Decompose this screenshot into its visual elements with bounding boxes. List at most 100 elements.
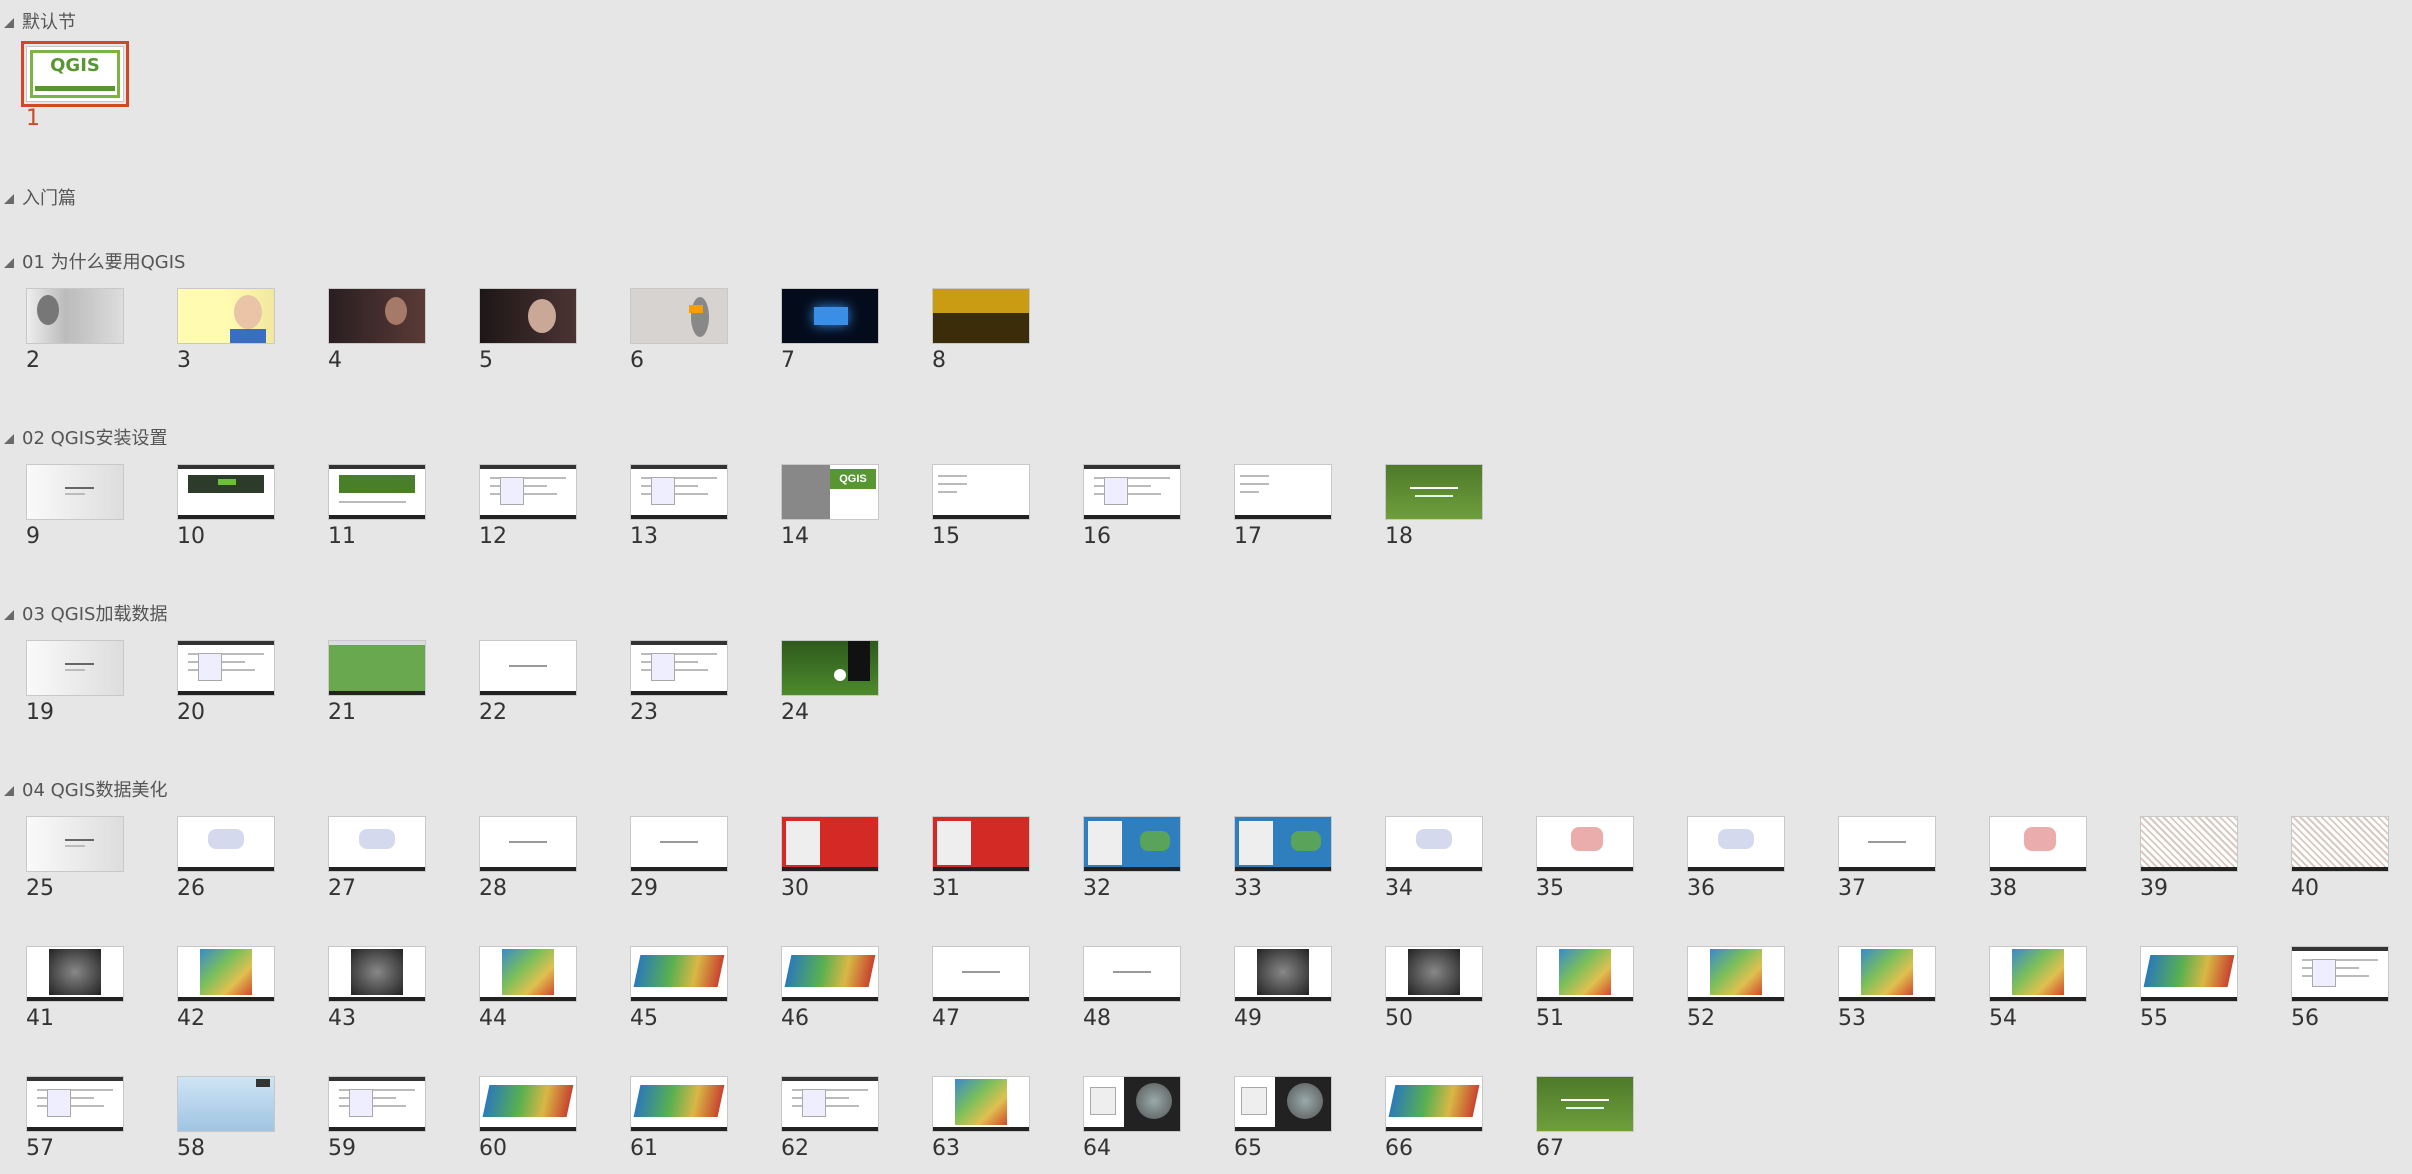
- slide-preview-image[interactable]: [630, 640, 728, 696]
- slide-preview-image[interactable]: [1234, 816, 1332, 872]
- slide-preview-image[interactable]: [479, 1076, 577, 1132]
- slide-preview-image[interactable]: [26, 946, 124, 1002]
- slide-thumbnail[interactable]: 12: [479, 464, 579, 549]
- slide-preview-image[interactable]: [177, 1076, 275, 1132]
- slide-preview-image[interactable]: [1234, 1076, 1332, 1132]
- slide-preview-image[interactable]: [630, 464, 728, 520]
- slide-preview-image[interactable]: [781, 1076, 879, 1132]
- slide-preview-image[interactable]: [932, 288, 1030, 344]
- slide-preview-image[interactable]: [781, 640, 879, 696]
- slide-preview-image[interactable]: [479, 816, 577, 872]
- slide-thumbnail[interactable]: 21: [328, 640, 428, 725]
- slide-thumbnail[interactable]: 13: [630, 464, 730, 549]
- slide-thumbnail[interactable]: 60: [479, 1076, 579, 1161]
- slide-preview-image[interactable]: [1687, 816, 1785, 872]
- slide-preview-image[interactable]: [1385, 1076, 1483, 1132]
- slide-thumbnail[interactable]: 17: [1234, 464, 1334, 549]
- slide-preview-image[interactable]: [328, 946, 426, 1002]
- slide-preview-image[interactable]: [479, 288, 577, 344]
- slide-preview-image[interactable]: [177, 464, 275, 520]
- slide-thumbnail[interactable]: 27: [328, 816, 428, 901]
- slide-thumbnail[interactable]: QGIS 1: [21, 41, 129, 131]
- slide-preview-image[interactable]: [177, 816, 275, 872]
- collapse-arrow-icon[interactable]: [4, 610, 14, 620]
- slide-preview-image[interactable]: [328, 1076, 426, 1132]
- slide-thumbnail[interactable]: 40: [2291, 816, 2391, 901]
- slide-preview-image[interactable]: [1083, 816, 1181, 872]
- slide-preview-image[interactable]: [26, 288, 124, 344]
- slide-preview-image[interactable]: [479, 640, 577, 696]
- slide-preview-image[interactable]: QGIS: [21, 41, 129, 107]
- slide-thumbnail[interactable]: QGIS 14: [781, 464, 881, 549]
- slide-preview-image[interactable]: [932, 946, 1030, 1002]
- slide-thumbnail[interactable]: 6: [630, 288, 730, 373]
- slide-thumbnail[interactable]: 25: [26, 816, 126, 901]
- slide-preview-image[interactable]: [781, 946, 879, 1002]
- slide-thumbnail[interactable]: 51: [1536, 946, 1636, 1031]
- slide-thumbnail[interactable]: 53: [1838, 946, 1938, 1031]
- slide-thumbnail[interactable]: 3: [177, 288, 277, 373]
- slide-thumbnail[interactable]: 22: [479, 640, 579, 725]
- slide-thumbnail[interactable]: 18: [1385, 464, 1485, 549]
- slide-thumbnail[interactable]: 56: [2291, 946, 2391, 1031]
- slide-thumbnail[interactable]: 54: [1989, 946, 2089, 1031]
- slide-preview-image[interactable]: [1838, 816, 1936, 872]
- slide-preview-image[interactable]: [328, 816, 426, 872]
- slide-thumbnail[interactable]: 46: [781, 946, 881, 1031]
- collapse-arrow-icon[interactable]: [4, 194, 14, 204]
- slide-thumbnail[interactable]: 24: [781, 640, 881, 725]
- section-header[interactable]: 默认节: [4, 6, 76, 36]
- slide-preview-image[interactable]: [630, 946, 728, 1002]
- slide-thumbnail[interactable]: 41: [26, 946, 126, 1031]
- collapse-arrow-icon[interactable]: [4, 18, 14, 28]
- slide-preview-image[interactable]: [2140, 946, 2238, 1002]
- slide-preview-image[interactable]: [1234, 946, 1332, 1002]
- slide-thumbnail[interactable]: 64: [1083, 1076, 1183, 1161]
- slide-preview-image[interactable]: [1083, 1076, 1181, 1132]
- slide-preview-image[interactable]: [1385, 946, 1483, 1002]
- slide-thumbnail[interactable]: 31: [932, 816, 1032, 901]
- slide-thumbnail[interactable]: 30: [781, 816, 881, 901]
- collapse-arrow-icon[interactable]: [4, 434, 14, 444]
- slide-thumbnail[interactable]: 32: [1083, 816, 1183, 901]
- slide-thumbnail[interactable]: 7: [781, 288, 881, 373]
- slide-preview-image[interactable]: [1234, 464, 1332, 520]
- slide-preview-image[interactable]: [2291, 816, 2389, 872]
- slide-preview-image[interactable]: QGIS: [781, 464, 879, 520]
- section-header[interactable]: 02 QGIS安装设置: [4, 422, 167, 452]
- slide-preview-image[interactable]: [630, 288, 728, 344]
- slide-thumbnail[interactable]: 2: [26, 288, 126, 373]
- slide-preview-image[interactable]: [328, 464, 426, 520]
- slide-thumbnail[interactable]: 48: [1083, 946, 1183, 1031]
- slide-thumbnail[interactable]: 61: [630, 1076, 730, 1161]
- slide-preview-image[interactable]: [26, 816, 124, 872]
- slide-preview-image[interactable]: [479, 464, 577, 520]
- slide-thumbnail[interactable]: 45: [630, 946, 730, 1031]
- slide-thumbnail[interactable]: 62: [781, 1076, 881, 1161]
- slide-thumbnail[interactable]: 4: [328, 288, 428, 373]
- slide-thumbnail[interactable]: 11: [328, 464, 428, 549]
- slide-thumbnail[interactable]: 49: [1234, 946, 1334, 1031]
- slide-preview-image[interactable]: [177, 946, 275, 1002]
- slide-preview-image[interactable]: [1989, 946, 2087, 1002]
- slide-preview-image[interactable]: [26, 1076, 124, 1132]
- slide-preview-image[interactable]: [2140, 816, 2238, 872]
- slide-thumbnail[interactable]: 38: [1989, 816, 2089, 901]
- slide-preview-image[interactable]: [1838, 946, 1936, 1002]
- slide-thumbnail[interactable]: 29: [630, 816, 730, 901]
- collapse-arrow-icon[interactable]: [4, 258, 14, 268]
- slide-preview-image[interactable]: [1536, 1076, 1634, 1132]
- section-header[interactable]: 01 为什么要用QGIS: [4, 246, 185, 276]
- slide-preview-image[interactable]: [177, 288, 275, 344]
- slide-thumbnail[interactable]: 15: [932, 464, 1032, 549]
- slide-thumbnail[interactable]: 50: [1385, 946, 1485, 1031]
- slide-preview-image[interactable]: [630, 1076, 728, 1132]
- slide-thumbnail[interactable]: 16: [1083, 464, 1183, 549]
- slide-thumbnail[interactable]: 5: [479, 288, 579, 373]
- slide-thumbnail[interactable]: 63: [932, 1076, 1032, 1161]
- slide-thumbnail[interactable]: 10: [177, 464, 277, 549]
- slide-thumbnail[interactable]: 43: [328, 946, 428, 1031]
- slide-preview-image[interactable]: [932, 1076, 1030, 1132]
- slide-preview-image[interactable]: [2291, 946, 2389, 1002]
- slide-thumbnail[interactable]: 65: [1234, 1076, 1334, 1161]
